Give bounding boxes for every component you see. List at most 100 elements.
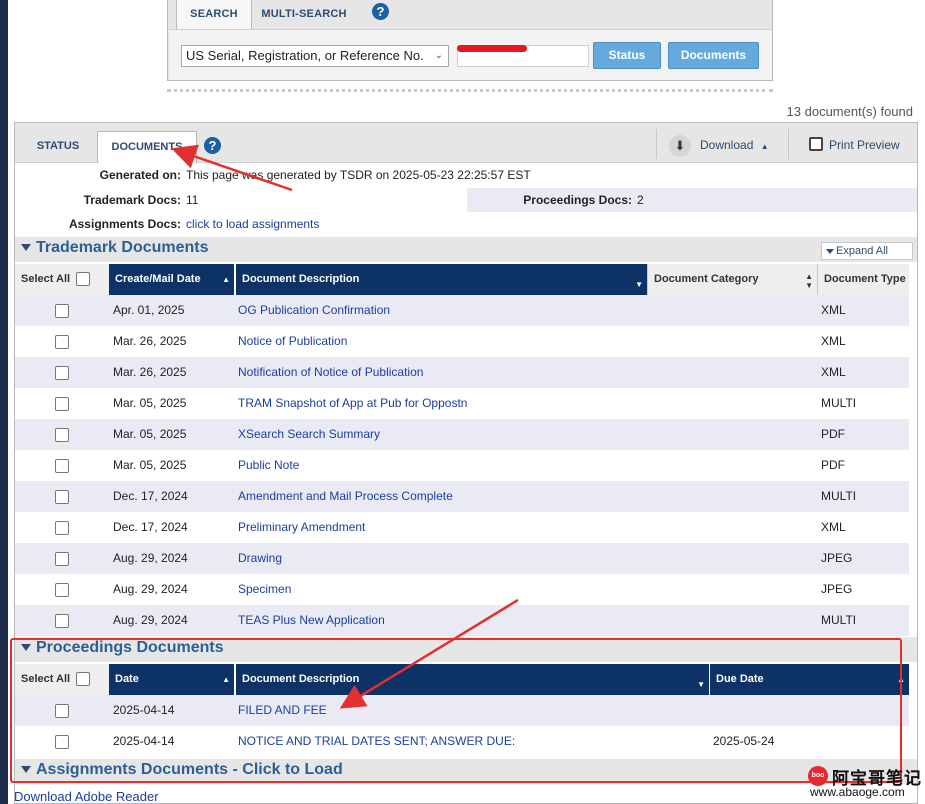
redaction-mark <box>457 45 527 52</box>
main-tabs: STATUS DOCUMENTS ? ⬇ Download ▲ Print Pr… <box>15 123 917 163</box>
document-description-link[interactable]: FILED AND FEE <box>238 695 327 726</box>
row-checkbox[interactable] <box>55 304 69 318</box>
proceedings-section-title[interactable]: Proceedings Documents <box>36 639 224 657</box>
expand-all-button[interactable]: Expand All <box>821 242 913 260</box>
row-checkbox[interactable] <box>55 459 69 473</box>
table-row: Mar. 05, 2025 Public Note PDF <box>15 450 909 481</box>
table-row: Mar. 05, 2025 TRAM Snapshot of App at Pub… <box>15 388 909 419</box>
document-description-link[interactable]: Public Note <box>238 450 299 481</box>
help-icon[interactable]: ? <box>204 137 221 154</box>
toolbar-divider <box>788 129 789 159</box>
row-document-type: MULTI <box>821 489 857 503</box>
due-date-column-header[interactable]: Due Date ▲ <box>709 664 909 695</box>
table-row: Aug. 29, 2024 Drawing JPEG <box>15 543 909 574</box>
select-all-checkbox[interactable] <box>76 272 90 286</box>
expand-all-label: Expand All <box>836 245 888 257</box>
download-button[interactable]: Download ▲ <box>700 131 769 159</box>
collapse-triangle-icon[interactable] <box>21 244 31 251</box>
download-icon[interactable]: ⬇ <box>669 135 691 157</box>
description-column-header[interactable]: Document Description ▼ <box>235 664 709 695</box>
type-column-header[interactable]: Document Type <box>817 264 909 295</box>
chevron-down-icon: ⌄ <box>434 50 443 61</box>
watermark: boo 阿宝哥笔记 www.abaoge.com <box>806 764 922 804</box>
table-row: Aug. 29, 2024 Specimen JPEG <box>15 574 909 605</box>
table-row: Mar. 26, 2025 Notice of Publication XML <box>15 326 909 357</box>
document-description-link[interactable]: Amendment and Mail Process Complete <box>238 481 453 512</box>
documents-button[interactable]: Documents <box>668 42 759 69</box>
collapse-triangle-icon[interactable] <box>21 644 31 651</box>
assignments-section-header[interactable]: Assignments Documents - Click to Load <box>15 759 917 784</box>
trademark-table-header: Select All Create/Mail Date ▲ Document D… <box>15 264 909 295</box>
tab-documents[interactable]: DOCUMENTS <box>97 131 197 163</box>
date-column-header[interactable]: Date ▲ <box>109 664 234 695</box>
document-description-link[interactable]: TEAS Plus New Application <box>238 605 385 636</box>
trademark-section-title[interactable]: Trademark Documents <box>36 239 209 257</box>
status-button[interactable]: Status <box>593 42 661 69</box>
document-description-link[interactable]: Notice of Publication <box>238 326 347 357</box>
tab-search[interactable]: SEARCH <box>176 0 252 29</box>
print-preview-button[interactable]: Print Preview <box>829 131 900 159</box>
dotted-divider <box>167 89 773 92</box>
row-document-type: PDF <box>821 427 845 441</box>
document-count: 13 document(s) found <box>786 104 913 119</box>
row-checkbox[interactable] <box>55 521 69 535</box>
help-icon[interactable]: ? <box>372 3 389 20</box>
date-column-label: Create/Mail Date <box>115 273 201 285</box>
row-date: Mar. 26, 2025 <box>113 334 187 348</box>
trademark-section-header[interactable]: Trademark Documents <box>15 237 917 262</box>
row-checkbox[interactable] <box>55 397 69 411</box>
select-all-label: Select All <box>21 273 71 285</box>
document-description-link[interactable]: XSearch Search Summary <box>238 419 380 450</box>
printer-icon[interactable] <box>809 137 823 151</box>
row-document-type: XML <box>821 303 846 317</box>
document-description-link[interactable]: OG Publication Confirmation <box>238 295 390 326</box>
row-document-type: PDF <box>821 458 845 472</box>
row-date: Mar. 05, 2025 <box>113 396 187 410</box>
collapse-triangle-icon[interactable] <box>21 766 31 773</box>
row-document-type: XML <box>821 365 846 379</box>
select-all-label: Select All <box>21 673 71 685</box>
description-column-header[interactable]: Document Description ▼ <box>235 264 647 295</box>
left-edge-bar <box>0 0 8 804</box>
watermark-url: www.abaoge.com <box>810 785 905 799</box>
row-checkbox[interactable] <box>55 428 69 442</box>
row-date: Aug. 29, 2024 <box>113 613 188 627</box>
proceedings-docs-label: Proceedings Docs: <box>523 193 632 207</box>
date-column-header[interactable]: Create/Mail Date ▲ <box>109 264 234 295</box>
assignments-docs-label: Assignments Docs: <box>68 217 181 231</box>
due-date-column-label: Due Date <box>716 673 764 685</box>
row-checkbox[interactable] <box>55 335 69 349</box>
assignments-section-title[interactable]: Assignments Documents - Click to Load <box>36 761 343 779</box>
row-checkbox[interactable] <box>55 583 69 597</box>
caret-down-icon <box>826 249 834 254</box>
select-all-checkbox[interactable] <box>76 672 90 686</box>
download-adobe-reader-link[interactable]: Download Adobe Reader <box>14 789 159 804</box>
row-checkbox[interactable] <box>55 704 69 718</box>
row-date: Aug. 29, 2024 <box>113 582 188 596</box>
tab-multi-search[interactable]: MULTI-SEARCH <box>258 0 350 29</box>
proceedings-docs-value: 2 <box>637 193 644 207</box>
document-description-link[interactable]: Drawing <box>238 543 282 574</box>
download-label: Download <box>700 138 754 152</box>
sort-up-icon: ▲ <box>222 675 230 684</box>
proceedings-section-header[interactable]: Proceedings Documents <box>15 637 917 662</box>
row-checkbox[interactable] <box>55 552 69 566</box>
document-description-link[interactable]: NOTICE AND TRIAL DATES SENT; ANSWER DUE: <box>238 726 515 757</box>
row-checkbox[interactable] <box>55 614 69 628</box>
row-date: 2025-04-14 <box>113 734 175 748</box>
table-row: Dec. 17, 2024 Preliminary Amendment XML <box>15 512 909 543</box>
category-column-header[interactable]: Document Category ▲ ▼ <box>647 264 817 295</box>
document-description-link[interactable]: Notification of Notice of Publication <box>238 357 423 388</box>
row-checkbox[interactable] <box>55 366 69 380</box>
row-checkbox[interactable] <box>55 490 69 504</box>
trademark-docs-label: Trademark Docs: <box>83 193 181 207</box>
search-type-select[interactable]: US Serial, Registration, or Reference No… <box>181 45 449 67</box>
document-description-link[interactable]: TRAM Snapshot of App at Pub for Oppostn <box>238 388 467 419</box>
description-column-label: Document Description <box>242 673 360 685</box>
document-description-link[interactable]: Specimen <box>238 574 291 605</box>
load-assignments-link[interactable]: click to load assignments <box>186 212 319 236</box>
document-description-link[interactable]: Preliminary Amendment <box>238 512 365 543</box>
row-checkbox[interactable] <box>55 735 69 749</box>
date-column-label: Date <box>115 673 139 685</box>
tab-status[interactable]: STATUS <box>20 131 96 163</box>
